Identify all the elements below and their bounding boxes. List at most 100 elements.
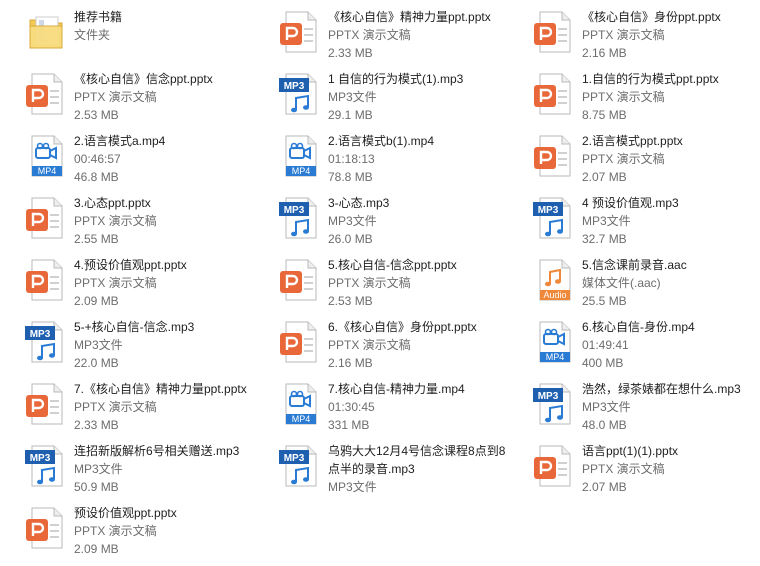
file-type-or-duration: PPTX 演示文稿	[328, 28, 411, 42]
file-size: 2.09 MB	[74, 294, 119, 308]
file-item[interactable]: MP3 1 自信的行为模式(1).mp3 MP3文件 29.1 MB	[276, 70, 526, 130]
file-details: 《核心自信》信念ppt.pptx PPTX 演示文稿 2.53 MB	[74, 70, 269, 124]
file-type-or-duration: MP3文件	[582, 400, 631, 414]
file-item[interactable]: 预设价值观ppt.pptx PPTX 演示文稿 2.09 MB	[22, 504, 272, 564]
file-size: 46.8 MB	[74, 170, 119, 184]
file-name: 1.自信的行为模式ppt.pptx	[582, 72, 719, 86]
file-size: 400 MB	[582, 356, 624, 370]
file-name: 《核心自信》信念ppt.pptx	[74, 72, 213, 86]
file-item[interactable]: Audio 5.信念课前录音.aac 媒体文件(.aac) 25.5 MB	[530, 256, 760, 316]
file-name: 推荐书籍	[74, 10, 123, 24]
file-details: 5-+核心自信-信念.mp3 MP3文件 22.0 MB	[74, 318, 269, 372]
file-item[interactable]: MP3 连招新版解析6号相关赠送.mp3 MP3文件 50.9 MB	[22, 442, 272, 502]
file-details: 4.预设价值观ppt.pptx PPTX 演示文稿 2.09 MB	[74, 256, 269, 310]
file-size: 2.53 MB	[328, 294, 373, 308]
file-type-or-duration: 01:49:41	[582, 338, 629, 352]
file-item[interactable]: MP3 4 预设价值观.mp3 MP3文件 32.7 MB	[530, 194, 760, 254]
mp4-video-icon: MP4	[276, 132, 324, 180]
file-name: 浩然，绿茶婊都在想什么.mp3	[582, 382, 741, 396]
file-name: 预设价值观ppt.pptx	[74, 506, 177, 520]
file-size: 29.1 MB	[328, 108, 373, 122]
file-size: 2.16 MB	[582, 46, 627, 60]
file-size: 2.33 MB	[328, 46, 373, 60]
folder-icon	[22, 8, 70, 56]
file-type-or-duration: PPTX 演示文稿	[74, 524, 157, 538]
file-name: 7.核心自信-精神力量.mp4	[328, 382, 465, 396]
file-details: 3-心态.mp3 MP3文件 26.0 MB	[328, 194, 523, 248]
file-item[interactable]: 《核心自信》精神力量ppt.pptx PPTX 演示文稿 2.33 MB	[276, 8, 526, 68]
file-type-or-duration: 00:46:57	[74, 152, 121, 166]
file-details: 6.《核心自信》身份ppt.pptx PPTX 演示文稿 2.16 MB	[328, 318, 523, 372]
file-item[interactable]: 3.心态ppt.pptx PPTX 演示文稿 2.55 MB	[22, 194, 272, 254]
pptx-file-icon	[530, 8, 578, 56]
svg-text:MP4: MP4	[292, 166, 311, 176]
file-details: 7.《核心自信》精神力量ppt.pptx PPTX 演示文稿 2.33 MB	[74, 380, 269, 434]
file-size: 32.7 MB	[582, 232, 627, 246]
file-details: 1.自信的行为模式ppt.pptx PPTX 演示文稿 8.75 MB	[582, 70, 760, 124]
file-item[interactable]: 4.预设价值观ppt.pptx PPTX 演示文稿 2.09 MB	[22, 256, 272, 316]
file-name: 4 预设价值观.mp3	[582, 196, 679, 210]
file-details: 乌鸦大大12月4号信念课程8点到8点半的录音.mp3 MP3文件	[328, 442, 523, 496]
file-name: 语言ppt(1)(1).pptx	[582, 444, 679, 458]
file-item[interactable]: 6.《核心自信》身份ppt.pptx PPTX 演示文稿 2.16 MB	[276, 318, 526, 378]
svg-text:Audio: Audio	[543, 290, 566, 300]
svg-text:MP3: MP3	[284, 453, 305, 464]
file-details: 推荐书籍 文件夹	[74, 8, 269, 44]
file-item[interactable]: MP3 3-心态.mp3 MP3文件 26.0 MB	[276, 194, 526, 254]
file-type-or-duration: 媒体文件(.aac)	[582, 276, 661, 290]
file-size: 2.07 MB	[582, 170, 627, 184]
file-size: 22.0 MB	[74, 356, 119, 370]
svg-text:MP3: MP3	[538, 205, 559, 216]
file-size: 25.5 MB	[582, 294, 627, 308]
mp3-file-icon: MP3	[276, 70, 324, 118]
file-name: 7.《核心自信》精神力量ppt.pptx	[74, 382, 247, 396]
file-item[interactable]: 《核心自信》身份ppt.pptx PPTX 演示文稿 2.16 MB	[530, 8, 760, 68]
file-name: 3-心态.mp3	[328, 196, 390, 210]
file-name: 5.信念课前录音.aac	[582, 258, 687, 272]
file-item[interactable]: MP3 5-+核心自信-信念.mp3 MP3文件 22.0 MB	[22, 318, 272, 378]
file-type-or-duration: PPTX 演示文稿	[74, 214, 157, 228]
file-item[interactable]: MP3 浩然，绿茶婊都在想什么.mp3 MP3文件 48.0 MB	[530, 380, 760, 440]
svg-text:MP4: MP4	[38, 166, 57, 176]
file-type-or-duration: PPTX 演示文稿	[582, 28, 665, 42]
file-item[interactable]: MP4 6.核心自信-身份.mp4 01:49:41 400 MB	[530, 318, 760, 378]
file-name: 2.语言模式ppt.pptx	[582, 134, 683, 148]
file-type-or-duration: PPTX 演示文稿	[582, 152, 665, 166]
file-size: 2.16 MB	[328, 356, 373, 370]
file-item[interactable]: MP4 2.语言模式a.mp4 00:46:57 46.8 MB	[22, 132, 272, 192]
file-size: 2.55 MB	[74, 232, 119, 246]
mp3-file-icon: MP3	[276, 442, 324, 490]
pptx-file-icon	[22, 256, 70, 304]
file-name: 《核心自信》精神力量ppt.pptx	[328, 10, 491, 24]
file-item[interactable]: MP4 7.核心自信-精神力量.mp4 01:30:45 331 MB	[276, 380, 526, 440]
file-type-or-duration: PPTX 演示文稿	[328, 276, 411, 290]
file-details: 预设价值观ppt.pptx PPTX 演示文稿 2.09 MB	[74, 504, 269, 558]
file-item[interactable]: 推荐书籍 文件夹	[22, 8, 272, 68]
file-details: 连招新版解析6号相关赠送.mp3 MP3文件 50.9 MB	[74, 442, 269, 496]
file-item[interactable]: 《核心自信》信念ppt.pptx PPTX 演示文稿 2.53 MB	[22, 70, 272, 130]
file-item[interactable]: MP3 乌鸦大大12月4号信念课程8点到8点半的录音.mp3 MP3文件	[276, 442, 526, 502]
file-details: 《核心自信》精神力量ppt.pptx PPTX 演示文稿 2.33 MB	[328, 8, 523, 62]
mp4-video-icon: MP4	[530, 318, 578, 366]
file-type-or-duration: MP3文件	[74, 462, 123, 476]
file-item[interactable]: 1.自信的行为模式ppt.pptx PPTX 演示文稿 8.75 MB	[530, 70, 760, 130]
file-item[interactable]: 5.核心自信-信念ppt.pptx PPTX 演示文稿 2.53 MB	[276, 256, 526, 316]
file-details: 2.语言模式b(1).mp4 01:18:13 78.8 MB	[328, 132, 523, 186]
file-item[interactable]: 7.《核心自信》精神力量ppt.pptx PPTX 演示文稿 2.33 MB	[22, 380, 272, 440]
file-size: 2.07 MB	[582, 480, 627, 494]
file-name: 乌鸦大大12月4号信念课程8点到8点半的录音.mp3	[328, 444, 506, 476]
svg-text:MP3: MP3	[30, 453, 51, 464]
file-type-or-duration: PPTX 演示文稿	[328, 338, 411, 352]
file-details: 2.语言模式ppt.pptx PPTX 演示文稿 2.07 MB	[582, 132, 760, 186]
file-type-or-duration: 01:18:13	[328, 152, 375, 166]
file-size: 2.33 MB	[74, 418, 119, 432]
file-item[interactable]: MP4 2.语言模式b(1).mp4 01:18:13 78.8 MB	[276, 132, 526, 192]
file-name: 4.预设价值观ppt.pptx	[74, 258, 187, 272]
file-type-or-duration: 文件夹	[74, 28, 111, 42]
svg-text:MP3: MP3	[284, 205, 305, 216]
file-item[interactable]: 2.语言模式ppt.pptx PPTX 演示文稿 2.07 MB	[530, 132, 760, 192]
file-details: 5.核心自信-信念ppt.pptx PPTX 演示文稿 2.53 MB	[328, 256, 523, 310]
pptx-file-icon	[276, 256, 324, 304]
file-item[interactable]: 语言ppt(1)(1).pptx PPTX 演示文稿 2.07 MB	[530, 442, 760, 502]
file-name: 连招新版解析6号相关赠送.mp3	[74, 444, 240, 458]
